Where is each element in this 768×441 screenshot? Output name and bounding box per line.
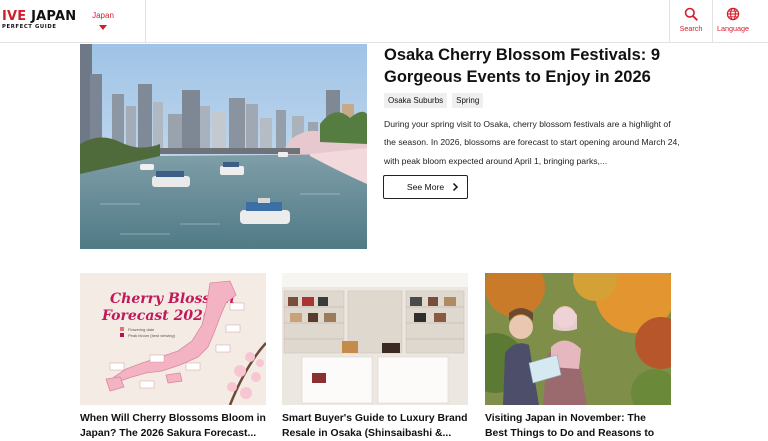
logo-text: JAPAN (26, 9, 77, 24)
article-card-title[interactable]: When Will Cherry Blossoms Bloom in Japan… (80, 412, 266, 441)
search-label: Search (679, 24, 703, 33)
article-card-title[interactable]: Smart Buyer's Guide to Luxury Brand Resa… (282, 412, 468, 441)
search-icon (684, 7, 698, 21)
see-more-button[interactable]: See More (383, 175, 468, 199)
osaka-river-photo (80, 44, 367, 249)
article-card[interactable]: Cherry Blossom Forecast 2026 Flowering d… (80, 273, 266, 441)
luxury-store-interior-photo (282, 273, 468, 405)
logo-accent-text: IVE (2, 9, 27, 24)
tag-osaka-suburbs[interactable]: Osaka Suburbs (384, 93, 448, 108)
sakura-forecast-image: Cherry Blossom Forecast 2026 Flowering d… (80, 273, 266, 405)
site-logo[interactable]: IVE JAPAN PERFECT GUIDE (2, 9, 76, 30)
site-header: IVE JAPAN PERFECT GUIDE Japan Search Lan… (0, 0, 768, 43)
forecast-title-line2: Forecast 2026 (101, 308, 213, 324)
sakura-forecast-map-graphic: Cherry Blossom Forecast 2026 Flowering d… (80, 273, 266, 405)
article-card[interactable]: Visiting Japan in November: The Best Thi… (485, 273, 671, 441)
chevron-right-icon (452, 182, 459, 192)
november-visit-image (485, 273, 671, 405)
header-divider (669, 0, 670, 43)
area-selector-label: Japan (92, 11, 114, 20)
autumn-travelers-photo (485, 273, 671, 405)
caret-down-icon (99, 25, 107, 30)
featured-article-excerpt: During your spring visit to Osaka, cherr… (384, 119, 680, 166)
forecast-legend-flowering: Flowering date (128, 327, 155, 332)
language-label: Language (717, 24, 749, 33)
luxury-resale-store-image (282, 273, 468, 405)
area-selector[interactable]: Japan (86, 11, 120, 30)
search-button[interactable]: Search (671, 7, 711, 33)
language-button[interactable]: Language (713, 7, 753, 33)
tag-spring[interactable]: Spring (452, 93, 484, 108)
globe-icon (726, 7, 740, 21)
article-card[interactable]: Smart Buyer's Guide to Luxury Brand Resa… (282, 273, 468, 441)
featured-article-tags: Osaka Suburbs Spring (384, 93, 484, 108)
featured-article-title[interactable]: Osaka Cherry Blossom Festivals: 9 Gorgeo… (384, 44, 674, 88)
header-divider (145, 0, 146, 43)
forecast-legend-peak: Peak bloom (best viewing) (128, 333, 176, 338)
article-card-title[interactable]: Visiting Japan in November: The Best Thi… (485, 412, 671, 441)
see-more-label: See More (406, 182, 445, 192)
logo-subtitle: PERFECT GUIDE (2, 24, 57, 30)
featured-article-image[interactable] (80, 44, 367, 249)
